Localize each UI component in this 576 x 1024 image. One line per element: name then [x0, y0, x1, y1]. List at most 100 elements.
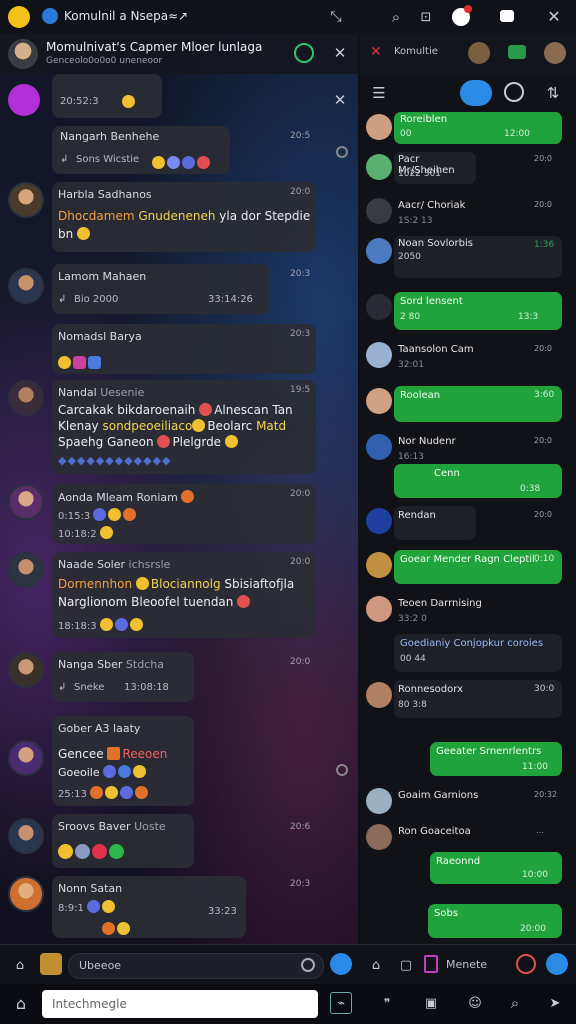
list-item[interactable]: Goedianiy Conjopkur coroies 00 44	[360, 634, 576, 674]
list-item[interactable]: Nor Nudenr 16:13 20:0	[360, 432, 576, 468]
whatsapp-icon[interactable]	[294, 43, 314, 63]
expand-icon[interactable]: ⤡	[326, 7, 346, 27]
message-bubble[interactable]: Naade Soler ichsrsle Dornennhon Blociann…	[52, 552, 316, 638]
close-panel-icon[interactable]: ✕	[330, 90, 350, 110]
message-bubble[interactable]: Harbla Sadhanos Dhocdamem Gnudeneneh yla…	[52, 182, 316, 252]
list-item[interactable]: Sobs 20:00	[360, 904, 576, 940]
avatar	[366, 294, 392, 320]
folder-icon[interactable]	[508, 45, 526, 59]
list-item[interactable]: Cenn 0:38	[360, 464, 576, 500]
chat-pane: Momulnivat's Capmer Mloer lunlaga Genceo…	[0, 34, 358, 944]
avatar[interactable]	[8, 380, 44, 416]
list-item[interactable]: Pacr Mr/Sheihen 1022 301 20:0	[360, 152, 576, 188]
message-bubble[interactable]: Nonn Satan 8:9:1 33:23	[52, 876, 246, 938]
message-bubble[interactable]: Sroovs Baver Uoste	[52, 814, 194, 868]
message-bubble[interactable]: Aonda Mleam Roniam 0:15:3 10:18:2	[52, 484, 316, 544]
download-button[interactable]	[546, 953, 568, 975]
chart-icon[interactable]: ⌁	[330, 992, 352, 1014]
scroll-indicator[interactable]	[336, 764, 348, 776]
avatar[interactable]	[8, 818, 44, 854]
home-icon[interactable]: ⌂	[366, 955, 386, 975]
list-item[interactable]: Aacr/ Choriak 1S:2 13 20:0	[360, 196, 576, 232]
avatar[interactable]	[8, 740, 44, 776]
menu-icon[interactable]: ☰	[368, 82, 390, 104]
list-item[interactable]: Raeonnd 10:00	[360, 852, 576, 888]
avatar[interactable]	[8, 182, 44, 218]
forward-icon: ↲	[58, 294, 67, 305]
message-bubble[interactable]: Nandal Uesenie Carcakak bikdaroenaih Aln…	[52, 380, 316, 474]
send-icon[interactable]: ➤	[544, 992, 566, 1014]
top-bar: Komulnil a Nsepa ≈↗ ⤡ ⌕ ⊡ ✕	[0, 0, 576, 34]
clock-icon[interactable]	[504, 82, 524, 102]
avatar	[366, 682, 392, 708]
avatar	[366, 238, 392, 264]
emoji-row	[58, 352, 103, 371]
sort-icon[interactable]: ⇅	[542, 82, 564, 104]
list-toolbar: ☰ ⇅	[360, 74, 576, 112]
emoji-row	[152, 152, 212, 171]
message-bubble[interactable]: Nangarh Benhehe ↲ Sons Wicstie	[52, 126, 230, 174]
avatar	[366, 596, 392, 622]
avatar[interactable]	[8, 484, 44, 520]
window-icon[interactable]	[500, 10, 514, 22]
list-item[interactable]: Sord lensent 2 80 13:3	[360, 292, 576, 332]
chat-avatar[interactable]	[8, 39, 38, 69]
message-bubble[interactable]: Gober A3 laaty Gencee Reeoen Goeoile 25:…	[52, 716, 194, 806]
search-icon[interactable]: ⌕	[386, 7, 406, 27]
list-item[interactable]: Rendan 20:0	[360, 506, 576, 542]
home-icon[interactable]: ⌂	[10, 955, 30, 975]
list-item[interactable]: Goaim Garnions 20:32	[360, 786, 576, 822]
avatar[interactable]	[8, 876, 44, 912]
bottom-nav: ⌂ Intechmegle ⌁ ❞ ▣ ☺ ⌕ ➤	[0, 984, 576, 1024]
window-icon[interactable]: ▣	[420, 992, 442, 1014]
app-title: Komulnil a Nsepa	[64, 9, 169, 23]
chat-subtitle: Genceolo0o0o0 uneneoor	[46, 56, 163, 66]
avatar[interactable]	[468, 42, 490, 64]
list-header: ✕ Komultie	[360, 34, 576, 74]
list-item[interactable]: Noan Sovlorbis 2050 1:36	[360, 236, 576, 280]
avatar	[366, 508, 392, 534]
purple-app-icon[interactable]	[8, 84, 40, 116]
avatar[interactable]	[8, 552, 44, 588]
account-icon[interactable]	[42, 8, 58, 24]
collapse-icon[interactable]: ✕	[330, 43, 350, 63]
message-bubble[interactable]: Nomadsl Barya	[52, 324, 316, 374]
scan-icon[interactable]: ⊡	[416, 7, 436, 27]
attach-icon[interactable]	[301, 958, 315, 972]
send-button[interactable]	[330, 953, 352, 975]
message-input[interactable]: Ubeeoe	[68, 953, 324, 979]
scroll-indicator[interactable]	[336, 146, 348, 158]
emoji-icon[interactable]: ☺	[464, 992, 486, 1014]
list-item[interactable]: Roreiblen 00 12:00	[360, 112, 576, 148]
compose-input[interactable]: Intechmegle	[42, 990, 318, 1018]
list-item[interactable]: Teoen Darrnising 33:2 0	[360, 594, 576, 630]
close-icon[interactable]: ✕	[544, 6, 564, 26]
sticker-icon[interactable]	[40, 953, 62, 975]
avatar	[366, 788, 392, 814]
alert-badge	[464, 5, 472, 13]
forward-icon: ↲	[60, 154, 69, 165]
brand-icon[interactable]: ✕	[370, 44, 382, 60]
avatar[interactable]	[544, 42, 566, 64]
emoji-row	[58, 842, 126, 861]
app-logo-icon[interactable]	[8, 6, 30, 28]
list-item[interactable]: Roolean 3:60	[360, 386, 576, 426]
message-bubble[interactable]: Lamom Mahaen ↲ Bio 2000 33:14:26	[52, 264, 270, 314]
search-icon[interactable]: ⌕	[504, 992, 526, 1014]
list-item[interactable]: Goear Mender Ragn Cleptil. 0:10	[360, 550, 576, 586]
chat-icon[interactable]: ▢	[396, 955, 416, 975]
message-bubble[interactable]: 20:52:3	[52, 74, 162, 118]
chat-title: Momulnivat's Capmer Mloer lunlaga	[46, 40, 263, 54]
filter-button[interactable]	[460, 80, 492, 106]
home-icon[interactable]: ⌂	[10, 992, 32, 1014]
list-item[interactable]: Ronnesodorx 80 3:8 30:0	[360, 680, 576, 720]
emoji-row	[102, 918, 132, 937]
avatar[interactable]	[8, 268, 44, 304]
message-bubble[interactable]: Nanga Sber Stdcha ↲ Sneke 13:08:18	[52, 652, 194, 702]
list-item[interactable]: Taansolon Cam 32:01 20:0	[360, 340, 576, 376]
record-icon[interactable]	[516, 954, 536, 974]
list-item[interactable]: Geeater Srnenrlentrs 11:00	[360, 742, 576, 778]
quote-icon[interactable]: ❞	[376, 992, 398, 1014]
avatar[interactable]	[8, 652, 44, 688]
app-title-mark: ≈↗	[168, 9, 189, 23]
